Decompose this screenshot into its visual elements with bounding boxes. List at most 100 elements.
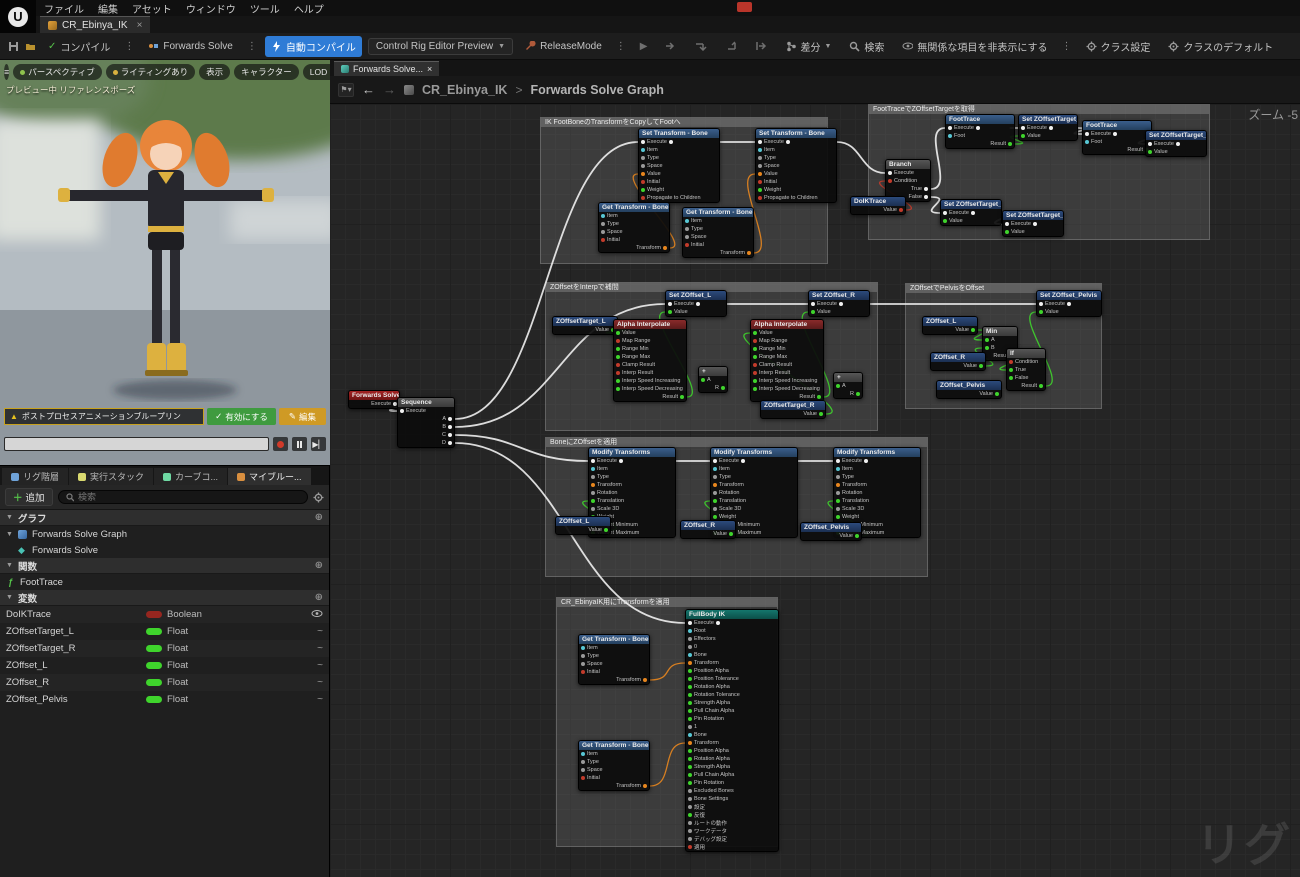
pin[interactable] [591, 491, 595, 495]
pin[interactable] [836, 491, 840, 495]
pin[interactable] [668, 140, 673, 144]
pin[interactable] [591, 507, 595, 511]
pin[interactable] [979, 364, 983, 368]
variable-row[interactable]: ZOffsetTarget_R Float ~ [0, 640, 329, 657]
pin[interactable] [1021, 134, 1025, 138]
step-over-icon[interactable] [659, 38, 683, 54]
pin[interactable] [758, 172, 762, 176]
variable-row[interactable]: ZOffset_R Float ~ [0, 674, 329, 691]
pin[interactable] [641, 148, 645, 152]
pin[interactable] [1085, 132, 1089, 136]
release-options-kebab-icon[interactable]: ⋮ [614, 41, 628, 52]
forwards-solve-button[interactable]: Forwards Solve [142, 38, 238, 55]
pin[interactable] [641, 188, 645, 192]
pin[interactable] [641, 156, 645, 160]
add-function-icon[interactable]: ⊕ [315, 560, 323, 571]
hide-unrelated-kebab-icon[interactable]: ⋮ [1060, 41, 1074, 52]
graph-node[interactable]: ZOffset_L Value [922, 316, 978, 335]
graph-node[interactable]: + A R [833, 372, 863, 399]
compile-button[interactable]: ✓ コンパイル [42, 36, 116, 57]
pin[interactable] [581, 662, 585, 666]
pin[interactable] [924, 187, 928, 191]
close-icon[interactable]: × [137, 20, 143, 31]
pin[interactable] [836, 515, 840, 519]
pin[interactable] [688, 725, 692, 729]
pin[interactable] [448, 433, 452, 437]
pin[interactable] [688, 629, 692, 633]
viewport-scene[interactable] [0, 60, 330, 465]
pin[interactable] [758, 180, 762, 184]
asset-tab[interactable]: CR_Ebinya_IK × [40, 16, 151, 33]
pin[interactable] [729, 532, 733, 536]
pin[interactable] [785, 140, 790, 144]
pin[interactable] [688, 637, 692, 641]
pin[interactable] [1021, 126, 1025, 130]
pin[interactable] [668, 310, 672, 314]
pin[interactable] [753, 347, 757, 351]
pin[interactable] [713, 507, 717, 511]
pin[interactable] [688, 645, 692, 649]
pin[interactable] [685, 227, 689, 231]
pin[interactable] [688, 717, 692, 721]
pin[interactable] [641, 172, 645, 176]
pin[interactable] [701, 378, 705, 382]
pin[interactable] [836, 483, 840, 487]
graph-node[interactable]: ZOffset_Pelvis Value [936, 380, 1002, 399]
class-settings-button[interactable]: クラス設定 [1080, 36, 1157, 57]
hide-unrelated-button[interactable]: 無関係な項目を非表示にする [896, 36, 1053, 57]
pin[interactable] [641, 196, 645, 200]
pin[interactable] [713, 515, 717, 519]
pin[interactable] [685, 235, 689, 239]
graph-node[interactable]: Get Transform - Bone Item Type Space Initial… [578, 740, 650, 791]
graph-node[interactable]: Sequence Execute A B C D [397, 397, 455, 448]
graph-node[interactable]: Get Transform - Bone Item Type Space Initial… [598, 202, 670, 253]
variable-row[interactable]: ZOffset_L Float ~ [0, 657, 329, 674]
pin[interactable] [985, 346, 989, 350]
pin[interactable] [1048, 126, 1053, 130]
pin[interactable] [400, 409, 404, 413]
watch-icon[interactable]: ~ [317, 677, 323, 688]
pin[interactable] [581, 654, 585, 658]
pin[interactable] [970, 211, 975, 215]
pin[interactable] [811, 310, 815, 314]
pin[interactable] [1009, 376, 1013, 380]
pin[interactable] [688, 733, 692, 737]
panel-settings-gear-icon[interactable] [313, 492, 324, 503]
postprocess-blueprint-box[interactable]: ▲ ポストプロセスアニメーションブループリン [4, 408, 205, 425]
graph-node[interactable]: Set ZOffsetTarget_R Execute Value [1145, 130, 1207, 157]
pin[interactable] [680, 395, 684, 399]
graph-node[interactable]: Set ZOffset_L Execute Value [665, 290, 727, 317]
pin[interactable] [688, 765, 692, 769]
pin[interactable] [685, 243, 689, 247]
edit-button[interactable]: ✎ 編集 [278, 408, 326, 425]
pin[interactable] [1008, 142, 1012, 146]
pin[interactable] [713, 459, 717, 463]
pin[interactable] [836, 507, 840, 511]
search-input[interactable] [78, 492, 300, 502]
pin[interactable] [817, 395, 821, 399]
pin[interactable] [758, 156, 762, 160]
graph-node[interactable]: Get Transform - Bone Item Type Space Initial… [578, 634, 650, 685]
add-variable-icon[interactable]: ⊕ [315, 592, 323, 603]
pin[interactable] [753, 339, 757, 343]
pin[interactable] [448, 417, 452, 421]
graph-node[interactable]: ZOffset_R Value [930, 352, 986, 371]
pin[interactable] [581, 776, 585, 780]
breadcrumb-current[interactable]: Forwards Solve Graph [530, 83, 663, 97]
graph-node[interactable]: Forwards Solve Execute [348, 390, 400, 409]
pin[interactable] [1175, 142, 1180, 146]
pin[interactable] [758, 188, 762, 192]
pin[interactable] [688, 805, 692, 809]
pin[interactable] [753, 387, 757, 391]
pin[interactable] [688, 661, 692, 665]
close-icon[interactable]: × [427, 64, 432, 74]
graph-node[interactable]: Set ZOffsetTarget_LExecute Value [940, 199, 1002, 226]
bookmark-icon[interactable]: ⚑▾ [338, 82, 354, 97]
solve-options-kebab-icon[interactable]: ⋮ [245, 41, 259, 52]
pin[interactable] [643, 784, 647, 788]
forward-arrow-icon[interactable]: → [383, 82, 396, 97]
pin[interactable] [688, 781, 692, 785]
pin[interactable] [713, 491, 717, 495]
auto-compile-button[interactable]: 自動コンパイル [264, 35, 362, 57]
pin[interactable] [836, 475, 840, 479]
